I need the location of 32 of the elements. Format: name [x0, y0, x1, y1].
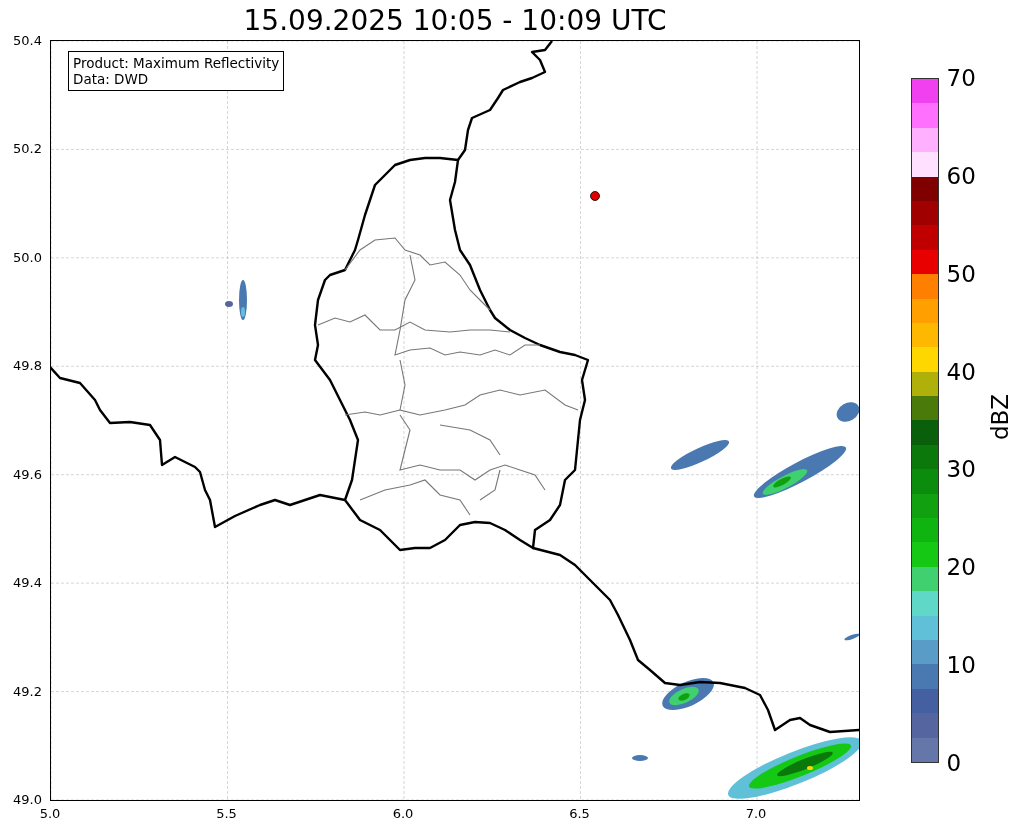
colorbar-tick-label: 10: [946, 653, 976, 677]
legend-text: Product: Maximum Reflectivity: [73, 55, 280, 72]
colorbar-tick-label: 30: [946, 457, 976, 481]
axis-tick-label: 49.4: [13, 575, 42, 589]
radar-echo-drawing: [836, 402, 859, 422]
colorbar-tick-label: 40: [946, 360, 976, 384]
colorbar-tick-label: 20: [946, 555, 976, 579]
radar-echo-drawing: [662, 677, 714, 711]
colorbar-label: dBZ: [986, 393, 1013, 441]
radar-echo-drawing: [844, 633, 859, 641]
colorbar-tick-label: 70: [946, 66, 976, 90]
radar-echo-drawing: [670, 440, 730, 470]
axis-tick-label: 5.0: [39, 807, 61, 820]
axis-tick-label: 6.5: [569, 807, 590, 820]
axis-tick-label: 50.0: [13, 250, 42, 264]
axis-tick-label: 49.6: [13, 467, 42, 481]
legend-text: Data: DWD: [73, 71, 150, 88]
axis-tick-label: 5.5: [216, 807, 237, 820]
chart-title: 15.09.2025 10:05 - 10:09 UTC: [243, 3, 667, 37]
axis-tick-label: 49.8: [13, 358, 42, 372]
axis-tick-label: 50.2: [13, 141, 42, 155]
axis-tick-label: 7.0: [745, 807, 767, 820]
location-marker: [590, 191, 600, 201]
colorbar-tick-label: 60: [946, 164, 976, 188]
axis-tick-label: 6.0: [392, 807, 414, 820]
colorbar-tick-label: 0: [946, 751, 962, 775]
axis-tick-label: 49.0: [13, 792, 42, 806]
axis-tick-label: 50.4: [13, 33, 42, 47]
radar-echo-drawing: [632, 755, 648, 761]
radar-echo-drawing: [225, 280, 247, 320]
colorbar-tick-label: 50: [946, 262, 976, 286]
axis-tick-label: 49.2: [13, 684, 42, 698]
